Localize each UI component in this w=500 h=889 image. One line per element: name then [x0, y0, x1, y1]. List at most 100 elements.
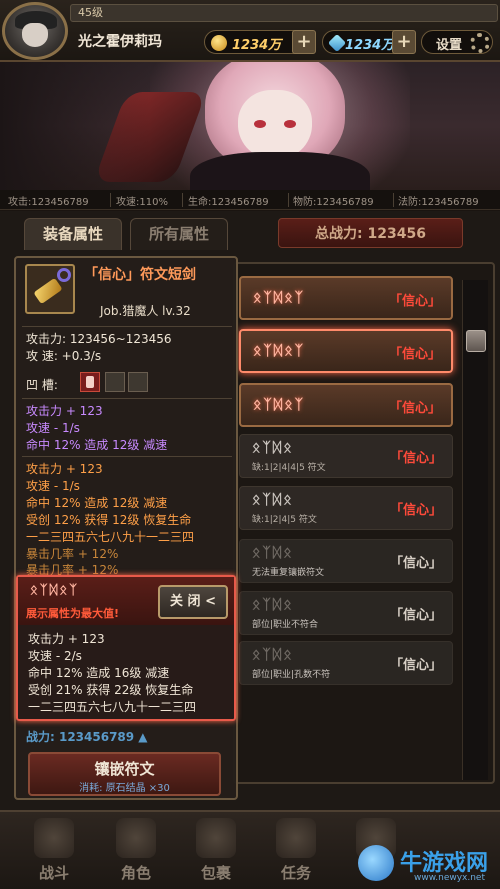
total-power-text: 总战力: 123456: [315, 226, 426, 242]
rune-list-item[interactable]: ᛟᛉᛞᛟ 缺:1|2|4|4|5 符文 「信心」: [239, 434, 453, 478]
watermark-url: www.newyx.net: [414, 873, 486, 883]
nav-label: 角色: [120, 864, 151, 882]
item-fight-power: 战力: 123456789 ▲: [26, 730, 148, 744]
attribute-line: 攻速 - 1/s: [26, 479, 80, 493]
rune-symbols: ᛟᛉᛞᛟ: [252, 647, 294, 663]
nav-bag[interactable]: 包裹: [176, 816, 256, 886]
rune-name: 「信心」: [389, 503, 442, 518]
rune-list-item-disabled[interactable]: ᛟᛉᛞᛟ 无法重复镶嵌符文 「信心」: [239, 539, 453, 583]
rune-symbols: ᛟᛉᛞᛟᛉ: [253, 343, 305, 359]
attribute-line: 攻速 - 2/s: [28, 649, 82, 663]
stat-magic-defense: 法防:123456789: [398, 197, 479, 208]
attribute-line: 命中 12% 造成 12级 减速: [26, 438, 168, 452]
attribute-line: 受创 21% 获得 22级 恢复生命: [28, 683, 194, 697]
rune-symbols: ᛟᛉᛞᛟᛉ: [30, 583, 80, 598]
max-attribute-popup: ᛟᛉᛞᛟᛉ 展示属性为最大值! 关 闭 < 攻击力 + 123 攻速 - 2/s…: [16, 575, 236, 721]
gold-coin-icon: [211, 35, 227, 51]
item-speed: 攻 速: +0.3/s: [26, 349, 102, 363]
attribute-line: 一二三四五六七八九十一二三四: [28, 700, 197, 714]
settings-button[interactable]: 设置: [421, 30, 493, 54]
mascot-logo-icon: [358, 845, 394, 881]
experience-bar: [70, 4, 498, 22]
rune-symbols: ᛟᛉᛞᛟ: [252, 492, 294, 508]
player-level: 45级: [78, 6, 103, 19]
rune-symbols: ᛟᛉᛞᛟ: [252, 440, 294, 456]
sword-icon: [34, 818, 74, 858]
chest-icon: [196, 818, 236, 858]
rune-requirement: 无法重复镶嵌符文: [252, 568, 325, 578]
rune-name: 「信心」: [389, 451, 442, 466]
stat-attack-speed: 攻速:110%: [116, 197, 168, 208]
rune-list-item[interactable]: ᛟᛉᛞᛟᛉ 「信心」: [239, 383, 453, 427]
rune-dagger-icon: [25, 264, 75, 314]
attribute-line: 受创 12% 获得 12级 恢复生命: [26, 513, 192, 527]
nav-battle[interactable]: 战斗: [14, 816, 94, 886]
rune-name: 「信心」: [388, 347, 441, 362]
tab-all-attributes[interactable]: 所有属性: [130, 218, 228, 250]
item-name: 「信心」符文短剑: [84, 267, 196, 283]
gear-icon: [470, 33, 490, 53]
attribute-line: 攻击力 + 123: [26, 462, 103, 476]
rune-symbols: ᛟᛉᛞᛟᛉ: [253, 290, 305, 306]
gold-amount: 1234万: [232, 38, 282, 53]
total-power-banner: 总战力: 123456: [278, 218, 463, 248]
add-gem-button[interactable]: +: [392, 30, 416, 54]
scrollbar-thumb[interactable]: [466, 330, 486, 352]
inlay-cost: 消耗: 原石结晶 ×30: [79, 783, 170, 794]
helmet-icon: [116, 818, 156, 858]
diamond-icon: [327, 33, 347, 53]
rune-list-item-disabled[interactable]: ᛟᛉᛞᛟ 部位|职业|孔数不符 「信心」: [239, 641, 453, 685]
rune-requirement: 部位|职业|孔数不符: [252, 670, 331, 680]
nav-quest[interactable]: 任务: [256, 816, 336, 886]
socket-empty[interactable]: [105, 372, 125, 392]
attribute-line: 暴击几率 + 12%: [26, 547, 119, 561]
rune-requirement: 缺:1|2|4|4|5 符文: [252, 463, 326, 473]
stats-strip: 攻击:123456789 攻速:110% 生命:123456789 物防:123…: [0, 190, 500, 210]
rune-name: 「信心」: [389, 658, 442, 673]
rune-symbols: ᛟᛉᛞᛟ: [252, 597, 294, 613]
rune-name: 「信心」: [389, 608, 442, 623]
stat-hp: 生命:123456789: [188, 197, 269, 208]
nav-label: 任务: [280, 864, 311, 882]
rune-list-item-disabled[interactable]: ᛟᛉᛞᛟ 部位|职业不符合 「信心」: [239, 591, 453, 635]
attribute-line: 攻击力 + 123: [28, 632, 105, 646]
inlay-label: 镶嵌符文: [94, 760, 155, 778]
rune-name: 「信心」: [388, 294, 441, 309]
player-avatar[interactable]: [2, 2, 68, 60]
rune-list-item[interactable]: ᛟᛉᛞᛟᛉ 「信心」: [239, 276, 453, 320]
attribute-line: 攻击力 + 123: [26, 404, 103, 418]
gem-amount: 1234万: [345, 38, 395, 53]
socket-empty[interactable]: [128, 372, 148, 392]
rune-symbols: ᛟᛉᛞᛟᛉ: [253, 397, 305, 413]
stat-attack: 攻击:123456789: [8, 197, 89, 208]
gem-counter: 1234万 +: [322, 30, 416, 54]
attribute-line: 攻速 - 1/s: [26, 421, 80, 435]
hero-portrait: [0, 62, 500, 190]
nav-character[interactable]: 角色: [96, 816, 176, 886]
socket-filled[interactable]: [80, 372, 100, 392]
player-name: 光之霍伊莉玛: [78, 34, 162, 50]
rune-symbols: ᛟᛉᛞᛟ: [252, 545, 294, 561]
settings-label: 设置: [436, 38, 463, 53]
scroll-icon: [276, 818, 316, 858]
rune-requirement: 缺:1|2|4|5 符文: [252, 515, 317, 525]
rune-name: 「信心」: [389, 556, 442, 571]
close-button[interactable]: 关 闭 <: [158, 585, 228, 619]
stat-physical-defense: 物防:123456789: [293, 197, 374, 208]
rune-list-item-selected[interactable]: ᛟᛉᛞᛟᛉ 「信心」: [239, 329, 453, 373]
nav-label: 战斗: [38, 864, 69, 882]
socket-label: 凹 槽:: [26, 378, 58, 392]
scrollbar-track[interactable]: [462, 280, 488, 780]
rune-requirement: 部位|职业不符合: [252, 620, 319, 630]
attribute-line: 一二三四五六七八九十一二三四: [26, 530, 195, 544]
attribute-line: 命中 12% 造成 16级 减速: [28, 666, 170, 680]
rune-list-item[interactable]: ᛟᛉᛞᛟ 缺:1|2|4|5 符文 「信心」: [239, 486, 453, 530]
inlay-rune-button[interactable]: 镶嵌符文 消耗: 原石结晶 ×30: [28, 752, 221, 796]
max-attribute-text: 展示属性为最大值!: [26, 607, 120, 620]
rune-name: 「信心」: [388, 401, 441, 416]
attribute-line: 命中 12% 造成 12级 减速: [26, 496, 168, 510]
tab-equipment-attributes[interactable]: 装备属性: [24, 218, 122, 250]
site-watermark: 牛游戏网 www.newyx.net: [358, 843, 498, 889]
add-gold-button[interactable]: +: [292, 30, 316, 54]
item-job-level: Job.猎魔人 lv.32: [100, 304, 191, 318]
